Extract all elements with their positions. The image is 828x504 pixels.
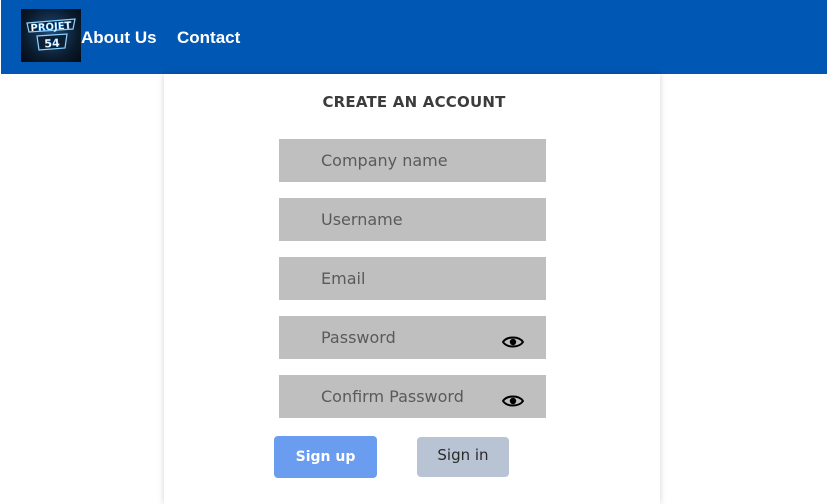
top-navbar: PROJET 54 About Us Contact — [1, 0, 827, 74]
company-name-field[interactable] — [279, 139, 546, 182]
projet-54-logo[interactable]: PROJET 54 — [21, 9, 81, 62]
nav-link-about-us[interactable]: About Us — [81, 27, 157, 49]
nav-link-contact[interactable]: Contact — [177, 27, 240, 49]
email-field[interactable] — [279, 257, 546, 300]
email-input[interactable] — [279, 257, 546, 300]
eye-icon[interactable] — [502, 393, 524, 409]
password-field[interactable] — [279, 316, 546, 359]
logo-graphic: PROJET 54 — [26, 18, 76, 51]
logo-text-bottom: 54 — [44, 36, 61, 50]
username-input[interactable] — [279, 198, 546, 241]
username-field[interactable] — [279, 198, 546, 241]
company-name-input[interactable] — [279, 139, 546, 182]
sign-up-button[interactable]: Sign up — [274, 436, 377, 478]
logo-text-top: PROJET — [30, 21, 72, 35]
confirm-password-field[interactable] — [279, 375, 546, 418]
sign-in-button[interactable]: Sign in — [417, 437, 509, 477]
form-title: CREATE AN ACCOUNT — [322, 93, 506, 111]
eye-icon[interactable] — [502, 334, 524, 350]
